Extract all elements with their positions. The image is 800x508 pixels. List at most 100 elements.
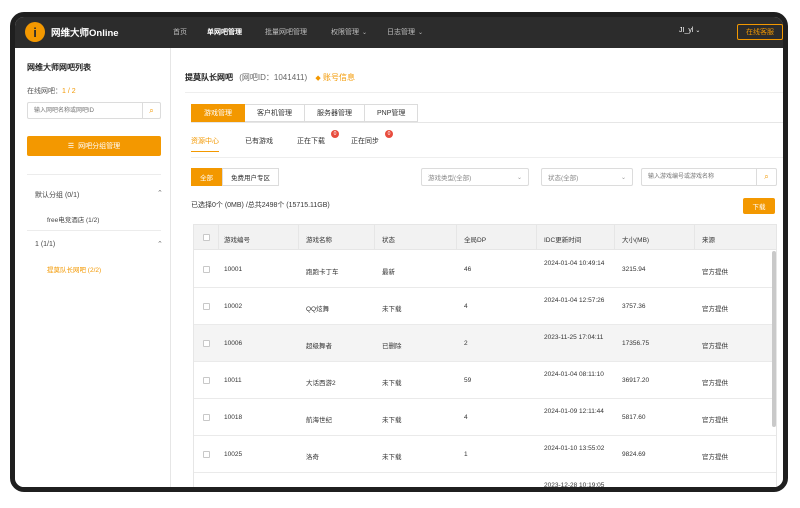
table-row[interactable]: 10001 跑跑卡丁车 最新 46 2024-01-04 10:49:14 3215.94… <box>194 251 776 288</box>
game-source: 官方提供 <box>702 417 728 424</box>
game-search: ⌕ <box>641 168 777 186</box>
column-divider <box>218 225 219 249</box>
main-tabs: 游戏管理 客户机管理 服务器管理 PNP管理 <box>191 104 419 122</box>
column-header: 来源 <box>702 237 715 244</box>
sidebar-item-timo-netbar[interactable]: 提莫队长网吧 (2/2) <box>47 264 101 274</box>
search-icon[interactable]: ⌕ <box>756 169 776 185</box>
game-status: 未下载 <box>382 380 402 387</box>
table-row[interactable]: 10002 QQ炫舞 未下载 4 2024-01-04 12:57:26 3757.36 官… <box>194 288 776 325</box>
game-source: 官方提供 <box>702 488 728 492</box>
chevron-down-icon: ⌄ <box>516 174 522 181</box>
tab-server-management[interactable]: 服务器管理 <box>305 104 365 122</box>
game-id: 10001 <box>224 266 243 273</box>
divider <box>185 92 783 93</box>
chevron-up-icon[interactable]: ⌃ <box>157 240 163 248</box>
game-name: 劲舞团2免激活 <box>306 488 349 492</box>
sidebar-group-1[interactable]: 1 (1/1) <box>35 241 55 248</box>
game-id: 10018 <box>224 414 243 421</box>
table-scrollbar[interactable] <box>772 251 776 427</box>
row-checkbox[interactable] <box>203 266 210 273</box>
idc-update-time: 2024-01-04 12:57:26 <box>544 297 605 304</box>
zone-toggle: 全部 免费用户专区 <box>191 168 279 186</box>
nav-home[interactable]: 首页 <box>173 27 187 37</box>
app-logo[interactable]: i 网维大师Online <box>25 22 119 42</box>
column-divider <box>694 225 695 249</box>
game-size: 3215.94 <box>622 266 646 273</box>
game-name: 洛奇 <box>306 454 319 461</box>
game-status: 未下载 <box>382 454 402 461</box>
game-status: 未下载 <box>382 417 402 424</box>
game-size: 3757.36 <box>622 303 646 310</box>
app-name: 网维大师Online <box>51 28 119 39</box>
divider <box>27 230 161 231</box>
column-header: 全局DP <box>464 237 487 244</box>
tab-client-management[interactable]: 客户机管理 <box>245 104 305 122</box>
netbar-id: (网吧ID：1041411) <box>239 73 308 82</box>
chevron-down-icon: ⌄ <box>695 28 701 34</box>
page-title: 提莫队长网吧 (网吧ID：1041411) ◆ 账号信息 <box>185 73 355 82</box>
table-row[interactable]: 10018 航海世纪 未下载 4 2024-01-09 12:11:44 5817.60 官… <box>194 399 776 436</box>
idc-update-time: 2024-01-04 08:11:10 <box>544 371 604 378</box>
subtab-syncing[interactable]: 正在同步 0 <box>351 130 393 146</box>
tab-pnp-management[interactable]: PNP管理 <box>365 104 419 122</box>
netbar-search-input[interactable] <box>28 103 140 118</box>
subtab-resource-center[interactable]: 资源中心 <box>191 136 219 152</box>
game-name: 超级舞者 <box>306 343 332 350</box>
game-size: 3116.90 <box>622 488 646 492</box>
row-checkbox[interactable] <box>203 377 210 384</box>
nav-permission[interactable]: 权限管理 ⌄ <box>331 27 367 37</box>
row-checkbox[interactable] <box>203 414 210 421</box>
nav-logs[interactable]: 日志管理 ⌄ <box>387 27 423 37</box>
game-name: 航海世纪 <box>306 417 332 424</box>
game-size: 5817.60 <box>622 414 646 421</box>
sidebar-item-free-hotel[interactable]: free电竞酒店 (1/2) <box>47 214 99 224</box>
filter-all-button[interactable]: 全部 <box>191 168 222 186</box>
game-name: 跑跑卡丁车 <box>306 269 339 276</box>
account-info-link[interactable]: ◆ 账号信息 <box>315 73 355 82</box>
global-dp: 4 <box>464 414 468 421</box>
game-source: 官方提供 <box>702 269 728 276</box>
nav-single-netbar[interactable]: 单网吧管理 <box>207 27 242 37</box>
game-id: 10006 <box>224 340 243 347</box>
sidebar: 网维大师网吧列表 在线网吧：1 / 2 ⌕ ☰网吧分组管理 默认分组 (0/1)… <box>15 48 171 487</box>
table-row[interactable]: 10011 大话西游2 未下载 59 2024-01-04 08:11:10 36917.… <box>194 362 776 399</box>
game-name: QQ炫舞 <box>306 306 330 313</box>
game-status: 已删除 <box>382 343 402 350</box>
main-content: 提莫队长网吧 (网吧ID：1041411) ◆ 账号信息 游戏管理 客户机管理 … <box>171 48 783 492</box>
row-checkbox[interactable] <box>203 488 210 492</box>
tab-game-management[interactable]: 游戏管理 <box>191 104 245 122</box>
status-select[interactable]: 状态(全部) ⌄ <box>541 168 633 186</box>
row-checkbox[interactable] <box>203 451 210 458</box>
nav-batch-netbar[interactable]: 批量网吧管理 <box>265 27 307 37</box>
global-dp: 46 <box>464 266 472 273</box>
game-source: 官方提供 <box>702 306 728 313</box>
download-button[interactable]: 下载 <box>743 198 775 214</box>
chevron-down-icon: ⌄ <box>362 30 368 36</box>
divider <box>27 174 161 175</box>
divider <box>191 157 783 158</box>
subtab-owned-games[interactable]: 已有游戏 <box>245 136 273 146</box>
sidebar-group-default[interactable]: 默认分组 (0/1) <box>35 190 79 200</box>
device-frame: i 网维大师Online 首页 单网吧管理 批量网吧管理 权限管理 ⌄ 日志管理 ⌄… <box>10 12 788 492</box>
chevron-down-icon: ⌄ <box>418 30 424 36</box>
table-header: 游戏编号 游戏名称 状态 全局DP IDC更新时间 大小(MB) 来源 <box>194 225 776 250</box>
idc-update-time: 2024-01-10 13:55:02 <box>544 445 605 452</box>
select-all-checkbox[interactable] <box>203 234 210 241</box>
row-checkbox[interactable] <box>203 303 210 310</box>
chevron-up-icon[interactable]: ⌃ <box>157 189 163 197</box>
search-icon[interactable]: ⌕ <box>142 103 160 118</box>
group-manage-button[interactable]: ☰ 网吧分组管理 <box>27 136 161 156</box>
game-status: 未下载 <box>382 488 402 492</box>
game-size: 36917.20 <box>622 377 650 384</box>
table-row[interactable]: 10025 洛奇 未下载 1 2024-01-10 13:55:02 9824.69 官方提… <box>194 436 776 473</box>
table-row[interactable]: 10006 超级舞者 已删除 2 2023-11-25 17:04:11 17356.75… <box>194 325 776 362</box>
user-menu[interactable]: JI_yl ⌄ <box>679 27 700 34</box>
game-search-input[interactable] <box>642 169 754 185</box>
row-checkbox[interactable] <box>203 340 210 347</box>
filter-free-zone-button[interactable]: 免费用户专区 <box>222 168 279 186</box>
game-type-select[interactable]: 游戏类型(全部) ⌄ <box>421 168 529 186</box>
subtab-downloading[interactable]: 正在下载 0 <box>297 130 339 146</box>
table-row[interactable]: 10029 劲舞团2免激活 未下载 4 2023-12-28 10:19:05 3116.… <box>194 473 776 492</box>
column-divider <box>456 225 457 249</box>
online-service-button[interactable]: 在线客服 <box>737 24 783 40</box>
